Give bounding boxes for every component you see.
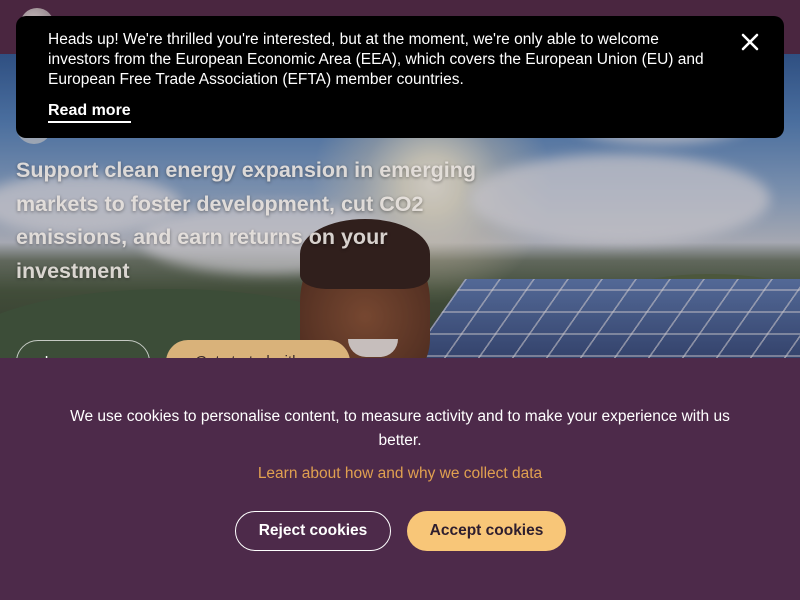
close-icon[interactable] <box>738 30 762 54</box>
learn-more-button[interactable]: Learn more <box>16 340 150 358</box>
notice-message: Heads up! We're thrilled you're interest… <box>48 31 704 88</box>
accept-cookies-button[interactable]: Accept cookies <box>407 511 566 551</box>
eea-notice-popup: Heads up! We're thrilled you're interest… <box>16 16 784 138</box>
get-started-button[interactable]: Get started with us <box>166 340 350 358</box>
cookie-message: We use cookies to personalise content, t… <box>70 408 730 449</box>
reject-cookies-button[interactable]: Reject cookies <box>235 511 391 551</box>
cookie-consent-banner: We use cookies to personalise content, t… <box>0 358 800 600</box>
read-more-link[interactable]: Read more <box>48 102 131 123</box>
data-collection-link[interactable]: Learn about how and why we collect data <box>0 464 800 484</box>
hero-headline: Support clean energy expansion in emergi… <box>16 158 476 283</box>
